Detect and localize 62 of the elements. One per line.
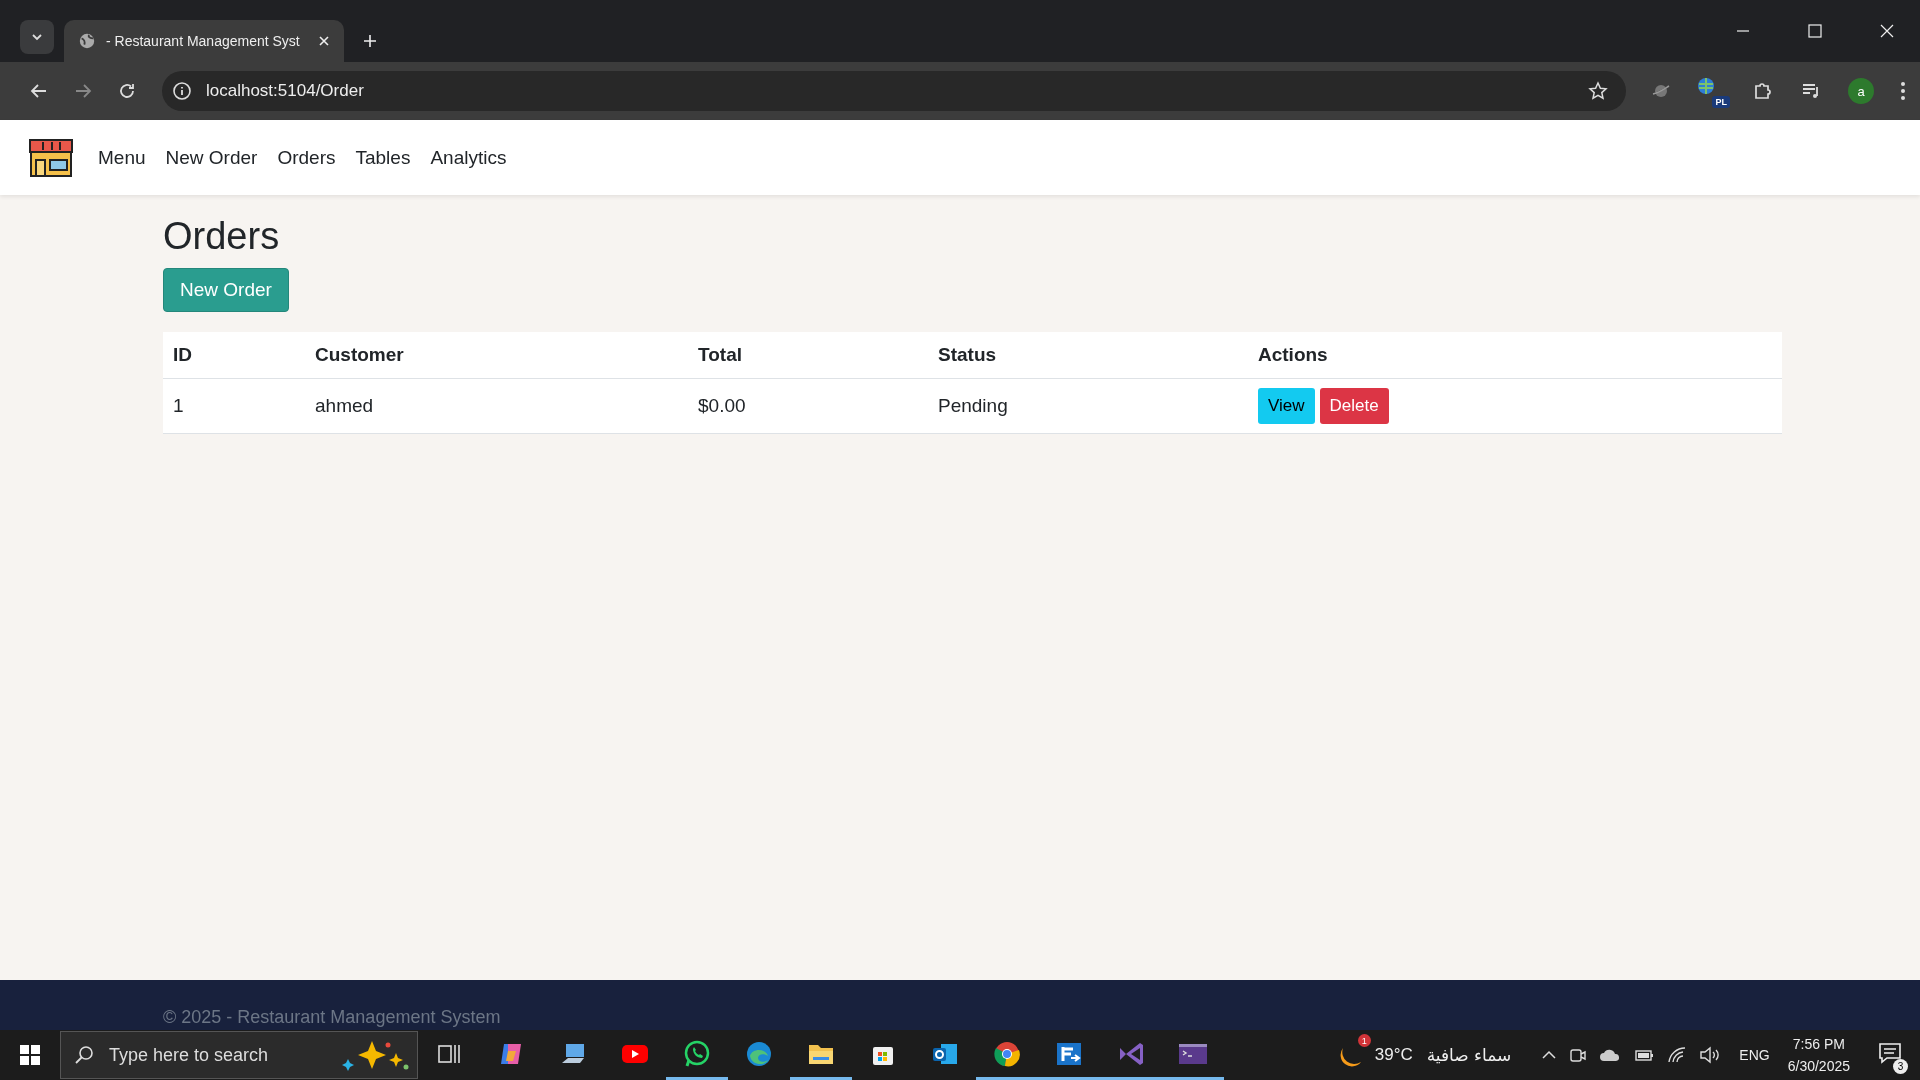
phone-chat-icon bbox=[683, 1039, 711, 1068]
terminal-icon bbox=[1178, 1041, 1208, 1066]
info-icon[interactable] bbox=[172, 81, 192, 101]
maximize-icon[interactable] bbox=[1808, 24, 1822, 38]
new-tab-icon[interactable] bbox=[362, 33, 378, 49]
close-icon[interactable] bbox=[1880, 24, 1894, 38]
battery-icon[interactable] bbox=[1633, 1047, 1656, 1063]
column-header: Total bbox=[688, 332, 928, 379]
language-indicator[interactable]: ENG bbox=[1739, 1047, 1770, 1063]
tab-list-button[interactable] bbox=[20, 20, 54, 54]
address-bar[interactable]: localhost:5104/Order bbox=[162, 71, 1626, 111]
temperature[interactable]: 39°C bbox=[1374, 1045, 1413, 1065]
play-button-icon bbox=[621, 1042, 649, 1065]
footer-text: © 2025 - Restaurant Management System bbox=[163, 1007, 501, 1028]
delete-button[interactable]: Delete bbox=[1319, 388, 1389, 424]
chevron-icon bbox=[31, 31, 43, 43]
planet-icon[interactable] bbox=[1652, 82, 1670, 100]
nav-link[interactable]: Orders bbox=[267, 138, 346, 177]
globe-icon bbox=[78, 32, 96, 50]
column-header: Actions bbox=[1248, 332, 1782, 379]
profile-avatar[interactable]: a bbox=[1848, 78, 1874, 104]
notification-icon[interactable] bbox=[1878, 1042, 1902, 1064]
star-icon[interactable] bbox=[1588, 81, 1608, 101]
table-cell: ahmed bbox=[305, 378, 688, 434]
wifi-icon[interactable] bbox=[1667, 1046, 1688, 1064]
view-button[interactable]: View bbox=[1258, 388, 1315, 424]
weather-text[interactable]: سماء صافية bbox=[1426, 1045, 1512, 1065]
table-cell: Pending bbox=[928, 378, 1248, 434]
tab-title: - Restaurant Management Syst bbox=[106, 33, 301, 49]
search-field[interactable]: Type here to search bbox=[60, 1031, 418, 1079]
column-header: Customer bbox=[305, 332, 688, 379]
nav-link[interactable]: Tables bbox=[345, 138, 421, 177]
clock-date[interactable]: 6/30/2025 bbox=[1787, 1055, 1850, 1077]
close-icon[interactable] bbox=[318, 35, 330, 47]
windows-start-icon[interactable] bbox=[19, 1044, 41, 1066]
browser-tab[interactable]: - Restaurant Management Syst bbox=[64, 20, 344, 62]
puzzle-icon[interactable] bbox=[1752, 80, 1774, 102]
circle-logo-icon bbox=[993, 1039, 1021, 1068]
forward-icon[interactable] bbox=[74, 82, 92, 100]
speaker-icon[interactable] bbox=[1699, 1046, 1722, 1064]
arrow-window-icon bbox=[1055, 1040, 1083, 1067]
cloud-icon[interactable] bbox=[1599, 1047, 1622, 1063]
notification-count: 3 bbox=[1893, 1059, 1908, 1074]
reload-icon[interactable] bbox=[118, 82, 136, 100]
wave-icon bbox=[745, 1039, 773, 1068]
nav-link[interactable]: Menu bbox=[88, 138, 156, 177]
url-text: localhost:5104/Order bbox=[206, 81, 364, 101]
table-cell: 1 bbox=[163, 378, 305, 434]
nav-link[interactable]: New Order bbox=[155, 138, 268, 177]
nav-link[interactable]: Analytics bbox=[420, 138, 517, 177]
back-icon[interactable] bbox=[30, 82, 48, 100]
more-icon[interactable] bbox=[1900, 81, 1906, 101]
table-cell: $0.00 bbox=[688, 378, 928, 434]
page-title: Orders bbox=[163, 215, 281, 258]
column-header: Status bbox=[928, 332, 1248, 379]
extension-badge: PL bbox=[1712, 96, 1730, 108]
clock-time[interactable]: 7:56 PM bbox=[1792, 1033, 1845, 1055]
weather-badge: 1 bbox=[1357, 1034, 1371, 1047]
search-icon bbox=[74, 1045, 94, 1065]
restaurant-logo[interactable] bbox=[28, 137, 74, 178]
column-header: ID bbox=[163, 332, 305, 379]
camera-icon[interactable] bbox=[1569, 1046, 1588, 1064]
